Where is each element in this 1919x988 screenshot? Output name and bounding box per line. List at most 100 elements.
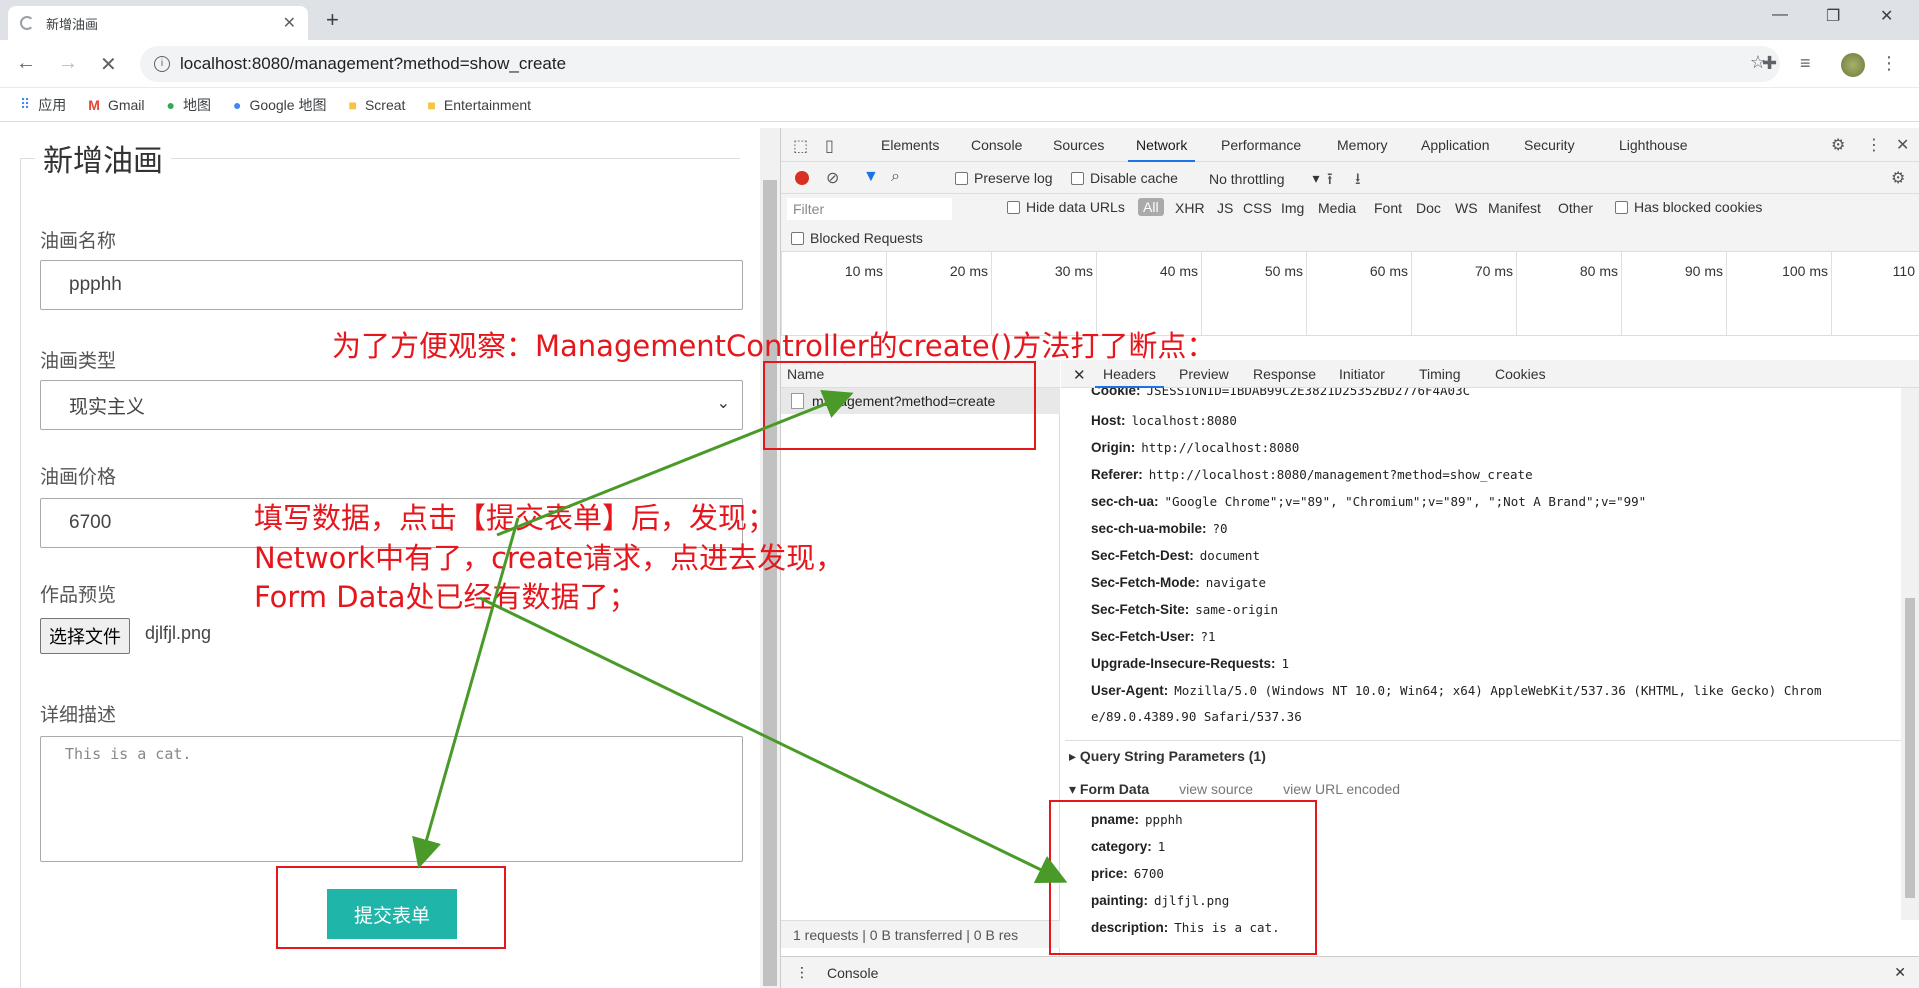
close-detail-icon[interactable]: ✕ (1073, 366, 1086, 384)
filter-icon[interactable]: ▼ (863, 168, 879, 186)
bookmark-label: 地图 (182, 96, 211, 113)
search-icon[interactable]: ⌕ (891, 168, 900, 186)
has-blocked-cookies-label: Has blocked cookies (1634, 199, 1763, 215)
type-filter-xhr[interactable]: XHR (1175, 200, 1205, 216)
console-drawer[interactable]: ⋮ Console ✕ (781, 956, 1919, 988)
new-tab-icon[interactable]: + (326, 7, 339, 33)
tab-timing[interactable]: Timing (1419, 366, 1461, 382)
header-row: Sec-Fetch-Mode: navigate (1091, 575, 1266, 590)
disable-cache-checkbox[interactable]: Disable cache (1071, 170, 1178, 186)
filter-input[interactable]: Filter (787, 198, 952, 220)
device-toolbar-icon[interactable]: ▯ (825, 136, 834, 156)
type-filter-img[interactable]: Img (1281, 200, 1304, 216)
minimize-icon[interactable]: — (1772, 6, 1788, 24)
omnibox[interactable]: i localhost:8080/management?method=show_… (140, 46, 1780, 82)
desc-label: 详细描述 (40, 705, 117, 726)
close-window-icon[interactable]: ✕ (1880, 6, 1893, 26)
tab-elements[interactable]: Elements (881, 137, 939, 153)
more-options-icon[interactable]: ⋮ (1866, 135, 1882, 155)
tab-memory[interactable]: Memory (1337, 137, 1388, 153)
back-icon[interactable]: ← (16, 52, 36, 75)
close-drawer-icon[interactable]: ✕ (1894, 964, 1906, 981)
close-icon[interactable]: ✕ (1896, 135, 1909, 155)
bookmark-maps[interactable]: ● 地图 (167, 95, 211, 115)
blocked-requests-checkbox[interactable]: Blocked Requests (791, 230, 923, 246)
tab-network[interactable]: Network (1127, 137, 1196, 162)
avatar[interactable] (1841, 53, 1865, 77)
header-row: Sec-Fetch-User: ?1 (1091, 629, 1216, 644)
scrollbar-thumb[interactable] (763, 180, 777, 986)
query-string-section[interactable]: ▸ Query String Parameters (1) (1069, 748, 1266, 765)
header-row: sec-ch-ua-mobile: ?0 (1091, 521, 1228, 536)
description-textarea[interactable]: This is a cat. (40, 736, 743, 862)
choose-file-button[interactable]: 选择文件 (40, 618, 130, 654)
header-row: Sec-Fetch-Site: same-origin (1091, 602, 1279, 617)
tab-preview[interactable]: Preview (1179, 366, 1229, 382)
type-filter-font[interactable]: Font (1374, 200, 1402, 216)
close-tab-icon[interactable]: ✕ (283, 13, 296, 33)
tab-initiator[interactable]: Initiator (1339, 366, 1385, 382)
export-har-icon[interactable]: ⭳ (1355, 168, 1361, 195)
form-data-section[interactable]: ▾ Form Data view source view URL encoded (1069, 781, 1400, 798)
tab-performance[interactable]: Performance (1221, 137, 1301, 153)
scrollbar-thumb[interactable] (1905, 598, 1915, 898)
extensions-icon[interactable]: ✚ (1762, 53, 1777, 74)
tab-application[interactable]: Application (1421, 137, 1490, 153)
url-text: localhost:8080/management?method=show_cr… (180, 54, 567, 73)
bookmark-google-maps[interactable]: ● Google 地图 (233, 95, 327, 115)
type-filter-js[interactable]: JS (1217, 200, 1233, 216)
type-filter-css[interactable]: CSS (1243, 200, 1272, 216)
media-icon[interactable]: ≡ (1800, 53, 1811, 74)
restore-icon[interactable]: ❐ (1826, 6, 1840, 26)
inspect-icon[interactable]: ⬚ (793, 136, 808, 156)
type-filter-all[interactable]: All (1138, 198, 1164, 216)
gear-icon[interactable]: ⚙ (1831, 135, 1845, 155)
tab-cookies[interactable]: Cookies (1495, 366, 1546, 382)
details-scrollbar[interactable] (1901, 388, 1919, 920)
preserve-log-checkbox[interactable]: Preserve log (955, 170, 1053, 186)
header-row: Host: localhost:8080 (1091, 413, 1237, 428)
bookmark-label: Entertainment (443, 96, 532, 113)
view-source-link[interactable]: view source (1179, 781, 1253, 797)
tab-response[interactable]: Response (1253, 366, 1316, 382)
type-filter-media[interactable]: Media (1318, 200, 1356, 216)
header-row: User-Agent: Mozilla/5.0 (Windows NT 10.0;… (1091, 683, 1822, 698)
blocked-requests-bar: Blocked Requests (781, 224, 1919, 252)
bookmark-label: 应用 (38, 96, 67, 113)
tab-security[interactable]: Security (1524, 137, 1575, 153)
tab-headers[interactable]: Headers (1095, 366, 1164, 388)
stop-icon[interactable]: ✕ (100, 52, 117, 77)
type-filter-doc[interactable]: Doc (1416, 200, 1441, 216)
browser-tab[interactable]: 新增油画 ✕ (8, 6, 308, 40)
disable-cache-label: Disable cache (1090, 170, 1178, 186)
info-icon[interactable]: i (154, 56, 170, 72)
tab-lighthouse[interactable]: Lighthouse (1619, 137, 1688, 153)
tab-sources[interactable]: Sources (1053, 137, 1104, 153)
bookmark-apps[interactable]: ⠿ 应用 (20, 95, 66, 115)
forward-icon[interactable]: → (58, 52, 78, 75)
network-settings-icon[interactable]: ⚙ (1891, 168, 1905, 188)
header-row: Origin: http://localhost:8080 (1091, 440, 1300, 455)
hide-data-urls-checkbox[interactable]: Hide data URLs (1007, 199, 1125, 215)
bookmark-entertainment[interactable]: ■ Entertainment (427, 97, 531, 113)
tab-console[interactable]: Console (971, 137, 1022, 153)
type-select[interactable]: 现实主义 ⌄ (40, 380, 743, 430)
type-filter-ws[interactable]: WS (1455, 200, 1478, 216)
name-input[interactable]: ppphh (40, 260, 743, 310)
clear-icon[interactable]: ⊘ (826, 168, 839, 188)
view-url-encoded-link[interactable]: view URL encoded (1283, 781, 1400, 797)
type-filter-other[interactable]: Other (1558, 200, 1593, 216)
folder-icon: ■ (427, 96, 436, 113)
drawer-menu-icon[interactable]: ⋮ (795, 964, 809, 981)
type-filter-manifest[interactable]: Manifest (1488, 200, 1541, 216)
record-icon[interactable] (795, 171, 809, 185)
bookmark-gmail[interactable]: M Gmail (88, 97, 144, 113)
bookmark-screat[interactable]: ■ Screat (348, 97, 405, 113)
import-har-icon[interactable]: ⭱ (1327, 168, 1333, 195)
has-blocked-cookies-checkbox[interactable]: Has blocked cookies (1615, 199, 1762, 215)
header-row: Cookie: JSESSIONID=1BDAB99C2E3821D25352BD… (1091, 388, 1471, 398)
menu-icon[interactable]: ⋮ (1880, 53, 1898, 74)
throttling-select[interactable]: No throttling ▾ (1209, 170, 1320, 187)
header-row: Sec-Fetch-Dest: document (1091, 548, 1260, 563)
throttling-value: No throttling (1209, 170, 1285, 187)
